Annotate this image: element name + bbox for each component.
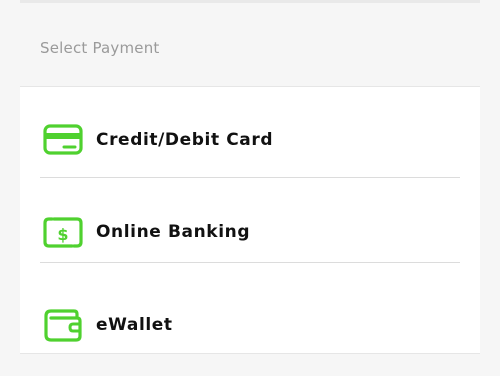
online-banking-icon: $ xyxy=(42,216,84,252)
payment-selection-page: Select Payment Credit/Debit Card $ Onlin… xyxy=(0,0,500,376)
payment-panel: Select Payment Credit/Debit Card $ Onlin… xyxy=(20,0,480,354)
credit-card-icon xyxy=(42,123,84,159)
payment-option-label: Online Banking xyxy=(96,222,251,242)
payment-header: Select Payment xyxy=(20,3,480,87)
svg-text:$: $ xyxy=(57,225,68,244)
payment-option-label: Credit/Debit Card xyxy=(96,130,274,150)
page-title: Select Payment xyxy=(40,39,160,57)
payment-option-label: eWallet xyxy=(96,315,173,335)
payment-option-credit-card[interactable]: Credit/Debit Card xyxy=(20,88,480,179)
wallet-icon xyxy=(42,308,84,344)
payment-option-ewallet[interactable]: eWallet xyxy=(20,263,480,354)
panel-top-edge xyxy=(20,0,480,3)
payment-option-online-banking[interactable]: $ Online Banking xyxy=(20,178,480,269)
